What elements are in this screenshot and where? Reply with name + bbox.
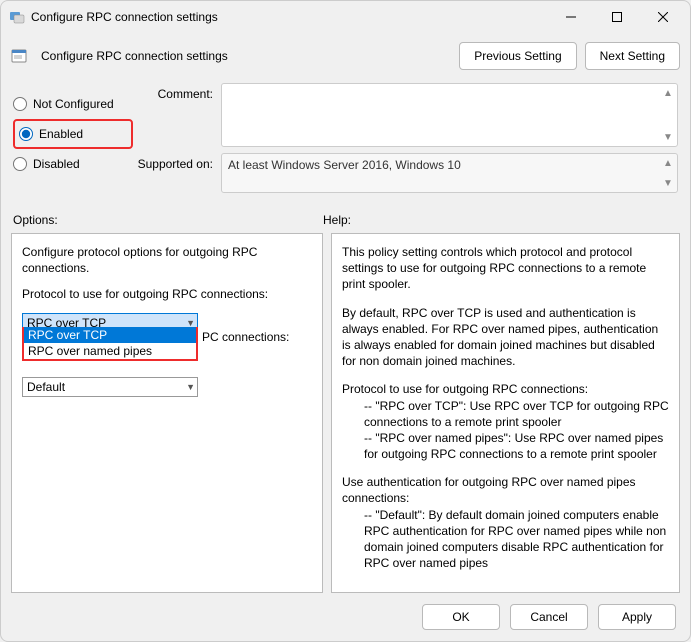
auth-select-value: Default (27, 380, 65, 394)
dropdown-option-named-pipes[interactable]: RPC over named pipes (24, 343, 196, 359)
protocol-dropdown: RPC over TCP RPC over named pipes (22, 327, 198, 361)
cancel-button[interactable]: Cancel (510, 604, 588, 630)
content-row: Configure protocol options for outgoing … (1, 233, 690, 593)
previous-setting-button[interactable]: Previous Setting (459, 42, 576, 70)
next-setting-button[interactable]: Next Setting (585, 42, 680, 70)
window: Configure RPC connection settings Config… (0, 0, 691, 642)
radio-disabled[interactable]: Disabled (13, 149, 133, 179)
options-description: Configure protocol options for outgoing … (22, 244, 312, 276)
options-label: Options: (13, 213, 323, 227)
maximize-button[interactable] (594, 2, 640, 32)
help-p1: This policy setting controls which proto… (342, 244, 669, 293)
radio-enabled-input[interactable] (19, 127, 33, 141)
supported-box: At least Windows Server 2016, Windows 10… (221, 153, 678, 193)
radio-not-configured[interactable]: Not Configured (13, 89, 133, 119)
options-panel: Configure protocol options for outgoing … (11, 233, 323, 593)
help-p2: By default, RPC over TCP is used and aut… (342, 305, 669, 370)
radio-enabled[interactable]: Enabled (13, 119, 133, 149)
protocol-label: Protocol to use for outgoing RPC connect… (22, 286, 312, 302)
meta-column: Comment: ▲ ▼ Supported on: At least Wind… (133, 83, 678, 199)
chevron-down-icon: ▼ (186, 382, 195, 392)
minimize-button[interactable] (548, 2, 594, 32)
radio-not-configured-label: Not Configured (33, 97, 114, 111)
help-text[interactable]: This policy setting controls which proto… (342, 244, 669, 582)
footer: OK Cancel Apply (1, 593, 690, 641)
close-button[interactable] (640, 2, 686, 32)
help-p3: Protocol to use for outgoing RPC connect… (342, 381, 669, 397)
radio-enabled-label: Enabled (39, 127, 83, 141)
window-title: Configure RPC connection settings (31, 10, 548, 24)
radio-disabled-input[interactable] (13, 157, 27, 171)
radio-disabled-label: Disabled (33, 157, 80, 171)
scroll-down-icon[interactable]: ▼ (661, 176, 675, 190)
connections-suffix: PC connections: (202, 330, 289, 344)
scroll-up-icon[interactable]: ▲ (661, 156, 675, 170)
help-p3b: -- "RPC over named pipes": Use RPC over … (342, 430, 669, 462)
state-area: Not Configured Enabled Disabled Comment:… (1, 79, 690, 199)
help-p4: Use authentication for outgoing RPC over… (342, 474, 669, 506)
auth-select[interactable]: Default ▼ (22, 377, 198, 397)
scroll-down-icon[interactable]: ▼ (661, 130, 675, 144)
subheader: Configure RPC connection settings Previo… (1, 33, 690, 79)
dropdown-option-tcp[interactable]: RPC over TCP (24, 327, 196, 343)
state-radios: Not Configured Enabled Disabled (13, 83, 133, 199)
policy-icon (11, 48, 27, 64)
help-label: Help: (323, 213, 678, 227)
supported-value: At least Windows Server 2016, Windows 10 (228, 158, 461, 172)
help-p4a: -- "Default": By default domain joined c… (342, 507, 669, 572)
comment-label: Comment: (133, 83, 221, 101)
ok-button[interactable]: OK (422, 604, 500, 630)
comment-textarea[interactable]: ▲ ▼ (221, 83, 678, 147)
help-panel: This policy setting controls which proto… (331, 233, 680, 593)
help-p3a: -- "RPC over TCP": Use RPC over TCP for … (342, 398, 669, 430)
apply-button[interactable]: Apply (598, 604, 676, 630)
supported-label: Supported on: (133, 153, 221, 171)
section-labels: Options: Help: (1, 199, 690, 233)
subheader-title: Configure RPC connection settings (41, 49, 451, 63)
radio-not-configured-input[interactable] (13, 97, 27, 111)
titlebar: Configure RPC connection settings (1, 1, 690, 33)
scroll-up-icon[interactable]: ▲ (661, 86, 675, 100)
app-icon (9, 9, 25, 25)
